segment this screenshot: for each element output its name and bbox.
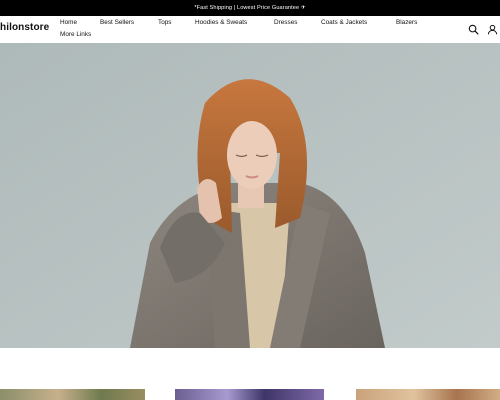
announcement-text: *Fast Shipping | Lowest Price Guarantee … — [194, 5, 306, 11]
section-spacer — [0, 348, 500, 389]
product-card-1[interactable] — [0, 389, 145, 400]
site-header: hilonstore Home Best Sellers Tops Hoodie… — [0, 16, 500, 43]
search-button[interactable] — [468, 24, 479, 35]
hero-banner[interactable] — [0, 43, 500, 348]
nav-dresses[interactable]: Dresses — [274, 19, 297, 26]
product-card-3[interactable] — [356, 389, 500, 400]
hero-image — [0, 43, 500, 348]
nav-more-links[interactable]: More Links — [60, 31, 91, 38]
product-card-2[interactable] — [175, 389, 324, 400]
nav-best-sellers[interactable]: Best Sellers — [100, 19, 134, 26]
announcement-bar: *Fast Shipping | Lowest Price Guarantee … — [0, 0, 500, 16]
main-nav: Home Best Sellers Tops Hoodies & Sweats … — [0, 16, 500, 43]
nav-hoodies-sweats[interactable]: Hoodies & Sweats — [195, 19, 247, 26]
nav-coats-jackets[interactable]: Coats & Jackets — [321, 19, 367, 26]
user-icon — [487, 24, 498, 35]
account-button[interactable] — [487, 24, 498, 35]
nav-blazers[interactable]: Blazers — [396, 19, 417, 26]
nav-home[interactable]: Home — [60, 19, 77, 26]
nav-tops[interactable]: Tops — [158, 19, 172, 26]
search-icon — [468, 24, 479, 35]
